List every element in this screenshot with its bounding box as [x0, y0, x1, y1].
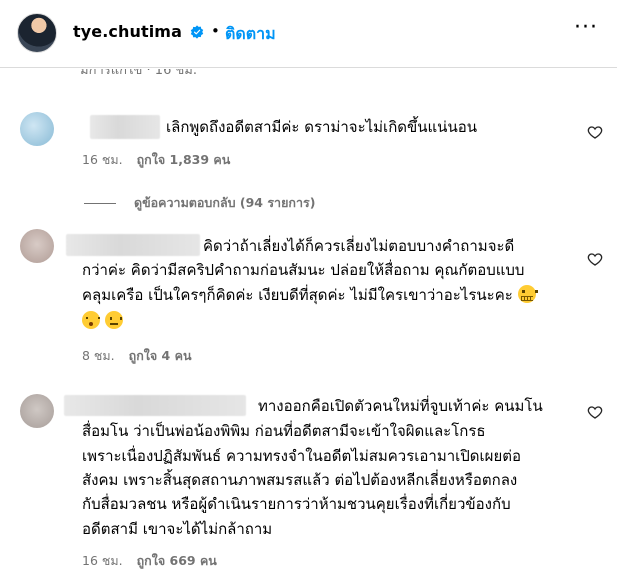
comment-time: 8 ชม. [82, 348, 115, 363]
comment-meta: 16 ชม. ถูกใจ 669 คน [82, 551, 217, 571]
comment-text-segment: คลุมเครือ เป็นใครๆก็คิดค่ะ เงียบดีที่สุด… [82, 286, 513, 304]
neutral-face-emoji-icon [104, 311, 123, 329]
redacted-username [66, 234, 200, 256]
previous-comment-meta: มีการแก้ไข · 16 ชม. [80, 69, 197, 78]
kissing-face-emoji-icon [82, 311, 100, 329]
avatar[interactable] [17, 13, 57, 53]
view-replies-button[interactable]: ดูข้อความตอบกลับ (94 รายการ) [84, 193, 315, 213]
more-options-icon[interactable]: ··· [574, 17, 598, 39]
comment-text-line: ทางออกคือเปิดตัวคนใหม่ที่จูบเท้าค่ะ คนมโ… [258, 397, 543, 415]
commenter-avatar[interactable] [20, 394, 54, 428]
heart-outline-icon[interactable] [587, 251, 603, 267]
comment-text-line: อดีตสามี เขาจะได้ไม่กล้าถาม [82, 520, 273, 538]
comment-text-line: เพราะเนื่องปฏิสัมพันธ์ ความทรงจำในอดีตไม… [82, 447, 521, 465]
replies-divider-line [84, 203, 116, 204]
comment-text-line: คิดว่าถ้าเลี่ยงได้ก็ควรเลี่ยงไม่ตอบบางคำ… [203, 237, 515, 255]
follow-button[interactable]: ติดตาม [225, 22, 276, 47]
comment-likes[interactable]: ถูกใจ 4 คน [129, 348, 192, 363]
comment-likes[interactable]: ถูกใจ 669 คน [137, 553, 217, 568]
comment-likes[interactable]: ถูกใจ 1,839 คน [137, 152, 231, 167]
heart-outline-icon[interactable] [587, 404, 603, 420]
separator-dot: • [211, 22, 220, 40]
zipper-mouth-emoji-icon [517, 285, 538, 303]
verified-badge-icon [190, 25, 204, 39]
redacted-username [90, 115, 160, 139]
commenter-avatar[interactable] [20, 112, 54, 146]
redacted-username [64, 395, 246, 416]
comment-text-line: กับสื่อมวลชน หรือผู้ดำเนินรายการว่าห้ามช… [82, 495, 511, 513]
comment-time: 16 ชม. [82, 553, 123, 568]
comment-time: 16 ชม. [82, 152, 123, 167]
view-replies-label: ดูข้อความตอบกลับ (94 รายการ) [134, 195, 316, 210]
commenter-avatar[interactable] [20, 229, 54, 263]
post-header: tye.chutima • ติดตาม ··· [0, 0, 617, 68]
comment-text-line: สื่อมโน ว่าเป็นพ่อน้องพิพิม ก่อนที่อดีตส… [82, 422, 486, 440]
comment-text: เลิกพูดถึงอดีตสามีค่ะ ดราม่าจะไม่เกิดขึ้… [166, 118, 477, 136]
comment-meta: 16 ชม. ถูกใจ 1,839 คน [82, 150, 230, 170]
comment-text-line: กว่าค่ะ คิดว่ามีสคริปคำถามก่อนสัมนะ ปล่อ… [82, 261, 525, 279]
username[interactable]: tye.chutima [73, 22, 182, 41]
comment-text-line: คลุมเครือ เป็นใครๆก็คิดค่ะ เงียบดีที่สุด… [82, 284, 538, 306]
comment-emoji-line [82, 310, 123, 332]
comment-meta: 8 ชม. ถูกใจ 4 คน [82, 346, 192, 366]
heart-outline-icon[interactable] [587, 124, 603, 140]
comment-text-line: สังคม เพราะสิ้นสุดสถานภาพสมรสแล้ว ต่อไปต… [82, 471, 518, 489]
